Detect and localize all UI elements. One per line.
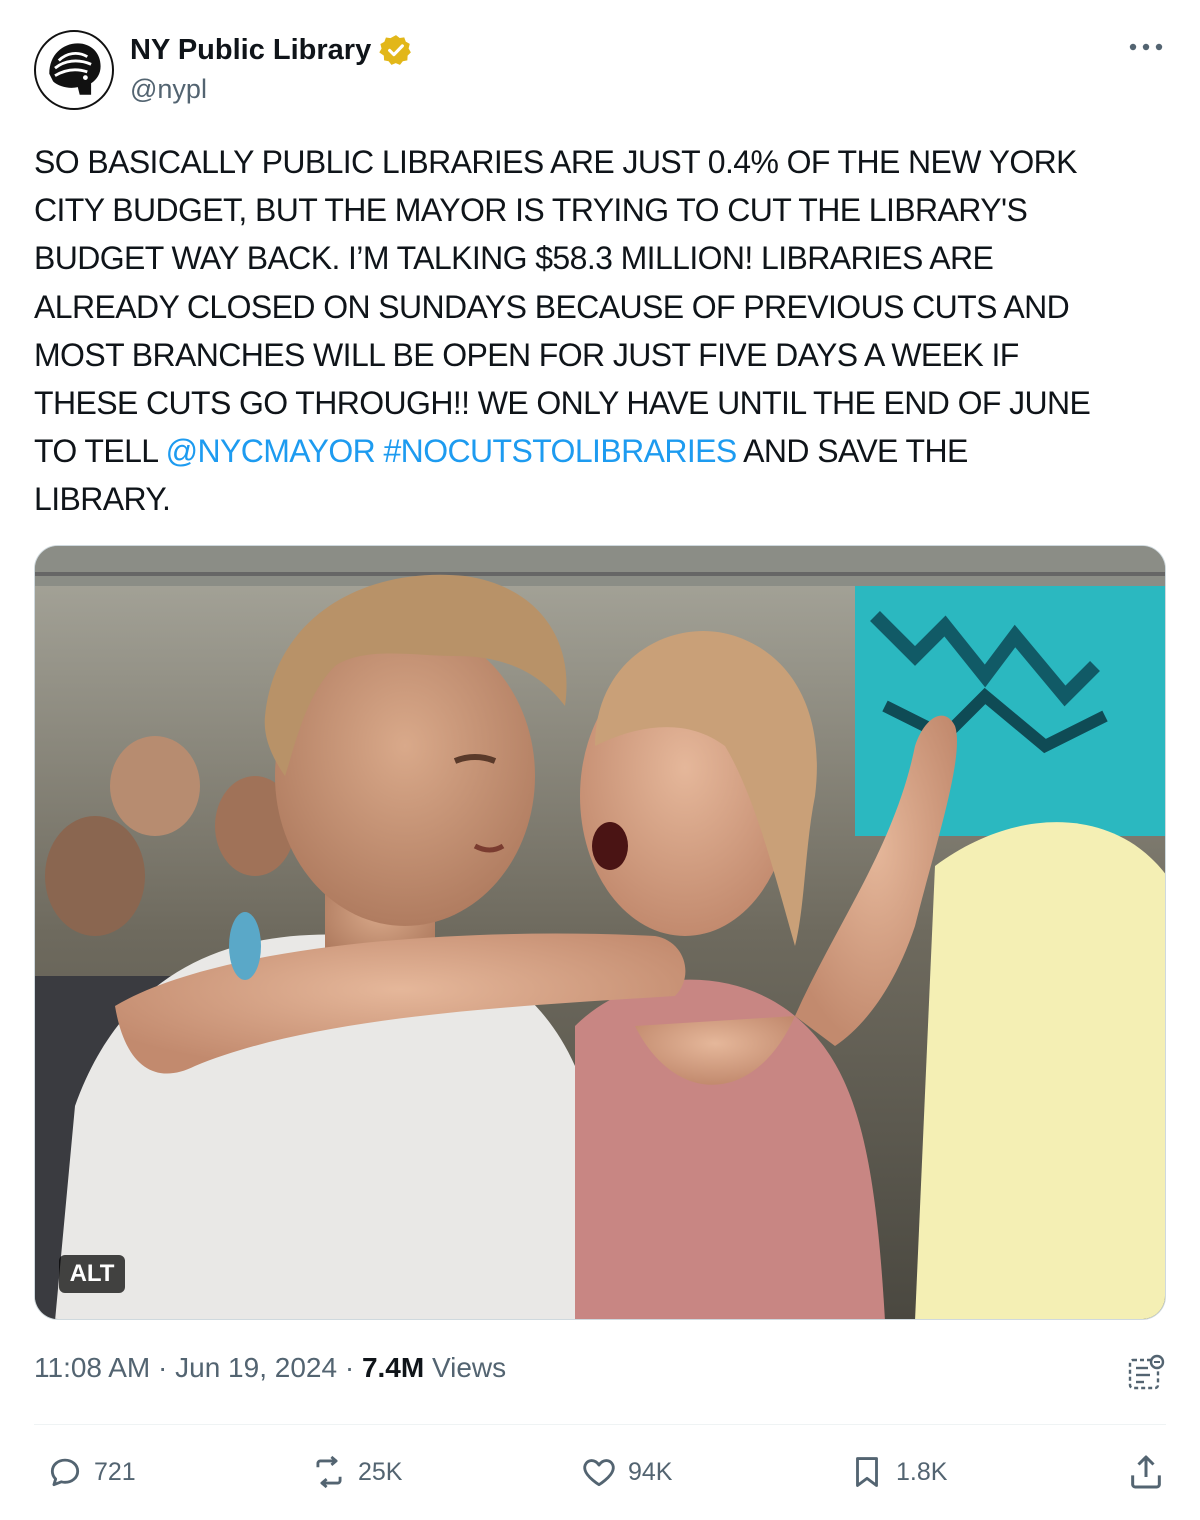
mention-link[interactable]: @NYCMAYOR xyxy=(166,433,376,469)
author-handle[interactable]: @nypl xyxy=(130,74,207,105)
bookmark-count: 1.8K xyxy=(896,1457,948,1486)
tweet-date[interactable]: Jun 19, 2024 xyxy=(175,1352,337,1383)
tweet-text-segment: BUDGET WAY BACK. I’M TALKING $58.3 MILLI… xyxy=(34,240,994,277)
bookmark-button[interactable]: 1.8K xyxy=(848,1452,947,1492)
tweet-text-line: TO TELL @NYCMAYOR #NOCUTSTOLIBRARIES AND… xyxy=(34,427,1154,475)
views-label: Views xyxy=(424,1352,507,1383)
reply-button[interactable]: 721 xyxy=(46,1452,136,1492)
repost-count: 25K xyxy=(358,1457,403,1486)
meme-photo xyxy=(35,546,1165,1319)
nypl-lion-logo xyxy=(39,35,109,105)
hashtag-link[interactable]: #NOCUTSTOLIBRARIES xyxy=(383,433,737,469)
avatar[interactable] xyxy=(34,30,114,110)
reply-icon xyxy=(50,1458,80,1487)
tweet-text-segment: CITY BUDGET, BUT THE MAYOR IS TRYING TO … xyxy=(34,192,1028,229)
more-icon[interactable] xyxy=(1126,36,1166,58)
analytics-icon[interactable] xyxy=(1126,1352,1166,1392)
views-count: 7.4M xyxy=(361,1352,425,1383)
tweet-text-segment: LIBRARY. xyxy=(34,481,171,518)
verified-badge-icon[interactable] xyxy=(379,33,413,67)
tweet-media-image[interactable]: ALT xyxy=(34,545,1166,1320)
share-icon[interactable] xyxy=(1126,1452,1166,1492)
repost-icon xyxy=(316,1455,342,1489)
repost-button[interactable]: 25K xyxy=(310,1452,402,1492)
meta-separator: · xyxy=(150,1352,176,1383)
display-name[interactable]: NY Public Library xyxy=(130,34,371,67)
tweet-meta: 11:08 AM · Jun 19, 2024 · 7.4M Views xyxy=(34,1352,506,1384)
tweet-text-line: BUDGET WAY BACK. I’M TALKING $58.3 MILLI… xyxy=(34,234,1154,282)
tweet-text-line: THESE CUTS GO THROUGH!! WE ONLY HAVE UNT… xyxy=(34,379,1154,427)
divider xyxy=(34,1424,1166,1425)
tweet-text-segment: ALREADY CLOSED ON SUNDAYS BECAUSE OF PRE… xyxy=(34,288,1070,325)
bookmark-icon xyxy=(856,1457,878,1487)
meta-separator: · xyxy=(337,1352,362,1383)
reply-count: 721 xyxy=(94,1457,136,1486)
tweet-text-line: MOST BRANCHES WILL BE OPEN FOR JUST FIVE… xyxy=(34,331,1154,379)
tweet-text-segment: MOST BRANCHES WILL BE OPEN FOR JUST FIVE… xyxy=(34,336,1019,373)
tweet-text-line: ALREADY CLOSED ON SUNDAYS BECAUSE OF PRE… xyxy=(34,283,1154,331)
alt-badge[interactable]: ALT xyxy=(59,1255,125,1293)
author-name-row: NY Public Library xyxy=(130,32,413,68)
tweet-text-segment: AND SAVE THE xyxy=(736,433,968,470)
tweet-text-segment: TO TELL xyxy=(34,433,166,470)
tweet-text-segment: THESE CUTS GO THROUGH!! WE ONLY HAVE UNT… xyxy=(34,385,1091,422)
like-button[interactable]: 94K xyxy=(580,1452,672,1492)
tweet-text-line: CITY BUDGET, BUT THE MAYOR IS TRYING TO … xyxy=(34,186,1154,234)
like-count: 94K xyxy=(628,1457,673,1486)
tweet-text-line: LIBRARY. xyxy=(34,475,1154,523)
like-icon xyxy=(583,1459,615,1487)
tweet-time[interactable]: 11:08 AM xyxy=(34,1352,150,1383)
tweet-text: SO BASICALLY PUBLIC LIBRARIES ARE JUST 0… xyxy=(34,138,1154,524)
tweet-text-segment: SO BASICALLY PUBLIC LIBRARIES ARE JUST 0… xyxy=(34,144,1077,180)
tweet-text-line: SO BASICALLY PUBLIC LIBRARIES ARE JUST 0… xyxy=(34,138,1154,186)
